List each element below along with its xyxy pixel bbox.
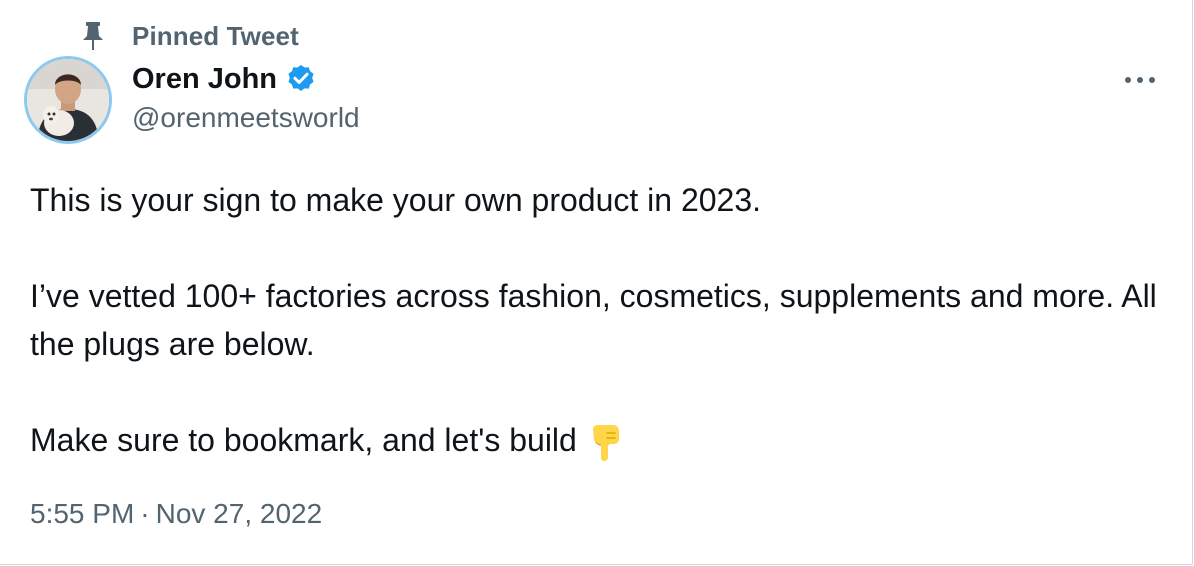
name-row: Oren John (132, 58, 360, 100)
tweet-line-1: This is your sign to make your own produ… (30, 182, 762, 218)
timestamp-time[interactable]: 5:55 PM (30, 498, 134, 530)
tweet-card[interactable]: Pinned Tweet Oren John @orenmeetsworld T… (0, 0, 1193, 565)
more-options-button[interactable] (1118, 62, 1162, 98)
timestamp-date[interactable]: Nov 27, 2022 (156, 498, 323, 530)
timestamp-separator: · (140, 498, 150, 529)
verified-badge-icon (285, 63, 317, 95)
tweet-line-3: Make sure to bookmark, and let's build (30, 422, 577, 458)
author-name[interactable]: Oren John (132, 63, 277, 96)
tweet-text: This is your sign to make your own produ… (30, 176, 1170, 464)
more-options-icon (1125, 77, 1155, 83)
tweet-line-3-wrap: Make sure to bookmark, and let's build (30, 416, 1170, 464)
author-block: Oren John @orenmeetsworld (132, 58, 360, 134)
timestamp[interactable]: 5:55 PM · Nov 27, 2022 (30, 498, 322, 530)
pinned-indicator: Pinned Tweet (80, 20, 299, 52)
author-handle[interactable]: @orenmeetsworld (132, 102, 360, 134)
avatar[interactable] (24, 56, 112, 144)
pointing-down-hand-icon (585, 423, 625, 463)
pinned-label: Pinned Tweet (132, 20, 299, 51)
pin-icon (80, 20, 106, 52)
avatar-image (27, 59, 109, 141)
tweet-line-2: I’ve vetted 100+ factories across fashio… (30, 278, 1157, 362)
